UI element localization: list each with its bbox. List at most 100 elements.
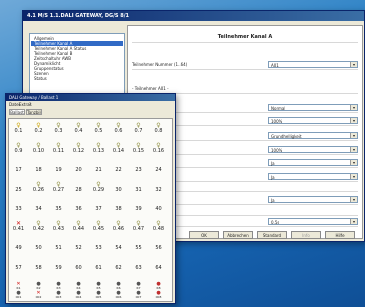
ballast-cell[interactable]: ♀ 0.8: [152, 123, 165, 135]
ballast-window-title: DALI Gateway / Ballast 1: [9, 95, 59, 100]
ballast-cell[interactable]: ♀ 0.45: [92, 220, 105, 233]
group-cell[interactable]: ● 007: [132, 291, 145, 300]
ballast-cell[interactable]: 24: [152, 162, 165, 174]
ballast-cell[interactable]: ♀ 0.9: [12, 142, 25, 155]
ballast-cell[interactable]: 32: [152, 182, 165, 194]
ballast-cell[interactable]: 64: [152, 260, 165, 272]
ballast-cell[interactable]: 22: [112, 162, 125, 174]
ballast-cell[interactable]: ♀ 0.26: [32, 181, 45, 194]
ballast-cell[interactable]: 62: [112, 260, 125, 272]
ballast-number: 36: [75, 206, 82, 212]
ballast-cell[interactable]: ♀ 0.29: [92, 181, 105, 194]
ballast-cell[interactable]: ♀ 0.47: [132, 220, 145, 233]
dialog-button[interactable]: Standard: [257, 231, 287, 239]
group-cell[interactable]: ✕ 002: [32, 291, 45, 300]
param-select[interactable]: 100% ▾: [268, 146, 358, 153]
ballast-cell[interactable]: 37: [92, 201, 105, 213]
ballast-cell[interactable]: ♀ 0.4: [72, 123, 85, 135]
param-select[interactable]: Ja ▾: [268, 196, 358, 203]
ballast-cell[interactable]: 19: [52, 162, 65, 174]
dialog-button[interactable]: Hilfe: [325, 231, 355, 239]
ballast-title-bar[interactable]: DALI Gateway / Ballast 1: [6, 94, 175, 101]
ballast-cell[interactable]: ♀ 0.11: [52, 142, 65, 155]
group-cell[interactable]: ● 003: [52, 291, 65, 300]
ballast-cell[interactable]: 58: [32, 260, 45, 272]
ballast-number: 0.6: [114, 128, 123, 134]
tab[interactable]: Ballast: [9, 109, 25, 115]
ballast-cell[interactable]: 51: [52, 240, 65, 252]
ballast-cell[interactable]: 30: [112, 182, 125, 194]
ballast-cell[interactable]: 21: [92, 162, 105, 174]
ballast-cell[interactable]: 52: [72, 240, 85, 252]
param-select[interactable]: Normal ▾: [268, 104, 358, 111]
ballast-cell[interactable]: 56: [152, 240, 165, 252]
ballast-cell[interactable]: 57: [12, 260, 25, 272]
ballast-cell[interactable]: ♀ 0.12: [72, 142, 85, 155]
ballast-cell[interactable]: ♀ 0.15: [132, 142, 145, 155]
ballast-number: 0.43: [52, 225, 65, 232]
ballast-cell[interactable]: ♀ 0.43: [52, 220, 65, 233]
main-title-bar[interactable]: 4.1 M/S 1.1.DALI GATEWAY, DG/S 8/1: [23, 11, 364, 21]
param-select[interactable]: 100% ▾: [268, 117, 358, 124]
ballast-cell[interactable]: 31: [132, 182, 145, 194]
ballast-cell[interactable]: ♀ 0.44: [72, 220, 85, 233]
ballast-cell[interactable]: 60: [72, 260, 85, 272]
ballast-cell[interactable]: 18: [32, 162, 45, 174]
ballast-cell[interactable]: ♀ 0.14: [112, 142, 125, 155]
ballast-cell[interactable]: 28: [72, 182, 85, 194]
ballast-cell[interactable]: 53: [92, 240, 105, 252]
ballast-cell[interactable]: 49: [12, 240, 25, 252]
param-select[interactable]: Grundhelligkeit ▾: [268, 132, 358, 139]
ballast-cell[interactable]: ♀ 0.3: [52, 123, 65, 135]
ballast-number: 0.47: [132, 225, 145, 232]
tree-item[interactable]: Status: [31, 76, 123, 81]
ballast-cell[interactable]: 54: [112, 240, 125, 252]
ballast-cell[interactable]: ♀ 0.5: [92, 123, 105, 135]
ballast-cell[interactable]: 33: [12, 201, 25, 213]
ballast-number: 25: [15, 186, 22, 193]
dialog-button[interactable]: OK: [189, 231, 219, 239]
ballast-cell[interactable]: ♀ 0.6: [112, 123, 125, 135]
ballast-cell[interactable]: 59: [52, 260, 65, 272]
ballast-cell[interactable]: ♀ 0.13: [92, 142, 105, 155]
ballast-cell[interactable]: 38: [112, 201, 125, 213]
param-select[interactable]: Ja ▾: [268, 173, 358, 180]
group-cell[interactable]: ● 006: [112, 291, 125, 300]
ballast-cell[interactable]: 36: [72, 201, 85, 213]
ballast-cell[interactable]: 50: [32, 240, 45, 252]
ballast-cell[interactable]: ♀ 0.27: [52, 181, 65, 194]
dialog-button[interactable]: Abbrechen: [223, 231, 253, 239]
ballast-cell[interactable]: 25: [12, 182, 25, 194]
ballast-number: 0.41: [12, 225, 25, 232]
ballast-cell[interactable]: 63: [132, 260, 145, 272]
ballast-cell[interactable]: ♀ 0.10: [32, 142, 45, 155]
ballast-cell[interactable]: ♀ 0.48: [152, 220, 165, 233]
param-select[interactable]: A01 ▾: [268, 61, 358, 68]
ballast-cell[interactable]: ♀ 0.1: [12, 123, 25, 135]
ballast-cell[interactable]: 55: [132, 240, 145, 252]
ballast-cell[interactable]: ✕ 0.41: [12, 220, 25, 233]
ballast-cell[interactable]: 17: [12, 162, 25, 174]
menu-item[interactable]: ?: [29, 102, 31, 107]
ballast-cell[interactable]: ♀ 0.7: [132, 123, 145, 135]
group-cell[interactable]: ● 004: [72, 291, 85, 300]
ballast-cell[interactable]: 40: [152, 201, 165, 213]
ballast-cell[interactable]: ♀ 0.16: [152, 142, 165, 155]
ballast-cell[interactable]: 34: [32, 201, 45, 213]
ballast-cell[interactable]: ♀ 0.2: [32, 123, 45, 135]
ballast-cell[interactable]: 39: [132, 201, 145, 213]
group-cell[interactable]: ● 001: [12, 291, 25, 300]
ballast-cell[interactable]: ♀ 0.46: [112, 220, 125, 233]
group-cell[interactable]: ● 008: [152, 291, 165, 300]
ballast-window: DALI Gateway / Ballast 1 Datei Extras? Ba…: [5, 93, 176, 304]
ballast-cell[interactable]: 61: [92, 260, 105, 272]
tab[interactable]: Tanzbild 1: [26, 109, 42, 115]
group-cell[interactable]: ● 005: [92, 291, 105, 300]
ballast-cell[interactable]: 23: [132, 162, 145, 174]
ballast-cell[interactable]: 20: [72, 162, 85, 174]
ballast-cell[interactable]: ♀ 0.42: [32, 220, 45, 233]
param-select[interactable]: 0.5s ▾: [268, 218, 358, 225]
ballast-number: 34: [35, 206, 42, 212]
ballast-cell[interactable]: 35: [52, 201, 65, 213]
param-select[interactable]: Ja ▾: [268, 159, 358, 166]
